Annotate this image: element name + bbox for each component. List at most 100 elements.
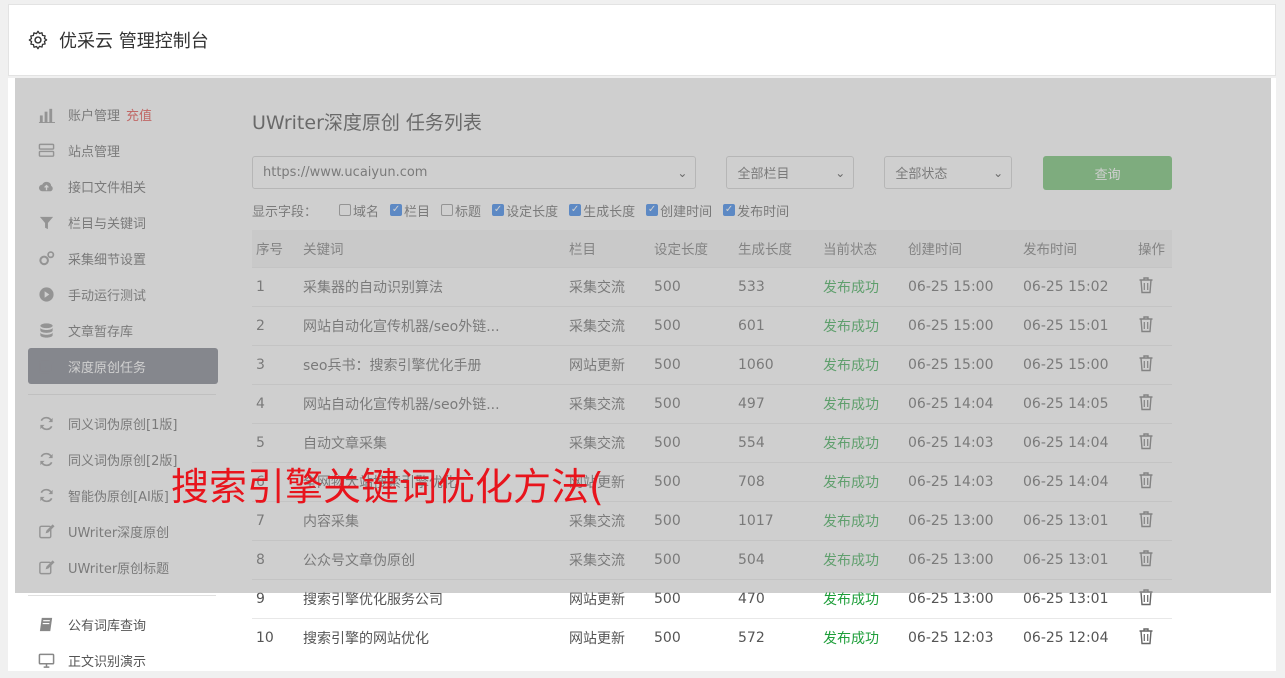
trash-icon[interactable] — [1138, 432, 1154, 450]
action-cell — [1134, 617, 1172, 657]
sidebar-item-5[interactable]: 采集细节设置 — [28, 240, 218, 276]
sidebar-item-12[interactable]: UWriter深度原创 — [28, 513, 218, 549]
field-checkbox[interactable]: ✓ 栏目 — [390, 201, 430, 220]
site-select[interactable]: https://www.ucaiyun.com ⌄ — [252, 156, 697, 189]
edit-icon — [39, 559, 55, 574]
trash-icon[interactable] — [1138, 510, 1154, 528]
bar-chart-icon — [38, 108, 55, 123]
sidebar-item-label: 站点管理 — [68, 144, 121, 160]
column-select[interactable]: 全部栏目 ⌄ — [726, 156, 855, 189]
database-icon — [40, 322, 53, 338]
unchecked-icon — [339, 204, 352, 216]
sidebar-item-8[interactable]: 深度原创任务 — [28, 348, 218, 384]
field-checkbox[interactable]: ✓ 设定长度 — [492, 201, 558, 220]
main-panel: UWriter深度原创 任务列表 https://www.ucaiyun.com… — [252, 96, 1172, 657]
sidebar-item-label: 同义词伪原创[2版] — [68, 453, 178, 469]
table-cell: 06-25 13:01 — [1019, 539, 1134, 579]
unchecked-icon — [441, 204, 454, 216]
status-cell: 发布成功 — [819, 422, 904, 462]
table-cell: 554 — [734, 422, 819, 462]
trash-icon[interactable] — [1138, 588, 1154, 606]
gear-icon — [28, 30, 48, 50]
table-row: 2 网站自动化宣传机器/seo外链... 采集交流 500 601 发布成功 06-25 1… — [252, 305, 1172, 345]
edit-icon — [39, 358, 55, 373]
table-row: 10 搜索引擎的网站优化 网站更新 500 572 发布成功 06-25 12:03 06-2… — [252, 617, 1172, 657]
table-cell: 公众号文章伪原创 — [299, 539, 565, 579]
sidebar-item-label: 同义词伪原创[1版] — [68, 417, 178, 433]
table-cell: 采集交流 — [565, 266, 650, 306]
sidebar-item-7[interactable]: 文章暂存库 — [28, 312, 218, 348]
status-cell: 发布成功 — [819, 305, 904, 345]
field-checkbox[interactable]: ✓ 创建时间 — [646, 201, 712, 220]
status-cell: 发布成功 — [819, 617, 904, 657]
sidebar-item-1[interactable]: 账户管理 充值 — [28, 96, 218, 132]
sidebar: 账户管理 充值站点管理接口文件相关 栏目与关键词 采集细节设置 手动运行测试文章暂存库深… — [28, 96, 218, 678]
table-cell: 06-25 14:04 — [1019, 461, 1134, 501]
table-cell: 500 — [650, 461, 734, 501]
table-cell: 06-25 14:03 — [904, 422, 1019, 462]
chevron-down-icon: ⌄ — [993, 165, 1004, 180]
site-select-value: https://www.ucaiyun.com — [263, 165, 428, 180]
column-header: 创建时间 — [908, 242, 962, 259]
column-header: 操作 — [1138, 242, 1165, 259]
trash-icon[interactable] — [1138, 549, 1154, 567]
action-cell — [1134, 266, 1172, 306]
gears-icon — [39, 250, 55, 265]
checked-icon: ✓ — [569, 204, 582, 216]
sidebar-item-13[interactable]: UWriter原创标题 — [28, 549, 218, 585]
table-cell: 06-25 15:00 — [1019, 344, 1134, 384]
table-cell: 500 — [650, 617, 734, 657]
trash-icon[interactable] — [1138, 471, 1154, 489]
trash-icon[interactable] — [1138, 315, 1154, 333]
field-checkbox-label: 生成长度 — [583, 204, 636, 220]
filter-icon — [39, 216, 54, 229]
sidebar-item-14[interactable]: 公有词库查询 — [28, 606, 218, 642]
sidebar-item-2[interactable]: 站点管理 — [28, 132, 218, 168]
table-cell: 网站更新 — [565, 344, 650, 384]
field-checkbox[interactable]: 域名 — [339, 201, 379, 220]
action-cell — [1134, 461, 1172, 501]
table-cell: 网站自动化宣传机器/seo外链... — [299, 383, 565, 423]
play-circle-icon — [39, 286, 54, 302]
checked-icon: ✓ — [390, 204, 403, 216]
table-cell: 06-25 14:04 — [904, 383, 1019, 423]
field-checkbox[interactable]: ✓ 发布时间 — [723, 201, 789, 220]
table-cell: 06-25 12:03 — [904, 617, 1019, 657]
table-cell: 500 — [650, 344, 734, 384]
status-cell: 发布成功 — [819, 344, 904, 384]
table-cell: 采集交流 — [565, 539, 650, 579]
table-cell: 06-25 14:04 — [1019, 422, 1134, 462]
trash-icon[interactable] — [1138, 393, 1154, 411]
table-cell: 06-25 15:00 — [904, 305, 1019, 345]
sidebar-item-3[interactable]: 接口文件相关 — [28, 168, 218, 204]
sidebar-item-label: 文章暂存库 — [68, 324, 134, 340]
field-checkbox-label: 创建时间 — [660, 204, 713, 220]
table-cell: 搜索引擎优化服务公司 — [299, 578, 565, 618]
trash-icon[interactable] — [1138, 354, 1154, 372]
field-checkbox[interactable]: ✓ 生成长度 — [569, 201, 635, 220]
sidebar-item-9[interactable]: 同义词伪原创[1版] — [28, 405, 218, 441]
server-icon — [38, 143, 55, 157]
sidebar-item-6[interactable]: 手动运行测试 — [28, 276, 218, 312]
refresh-icon — [40, 416, 53, 430]
status-select[interactable]: 全部状态 ⌄ — [884, 156, 1013, 189]
sidebar-item-4[interactable]: 栏目与关键词 — [28, 204, 218, 240]
refresh-icon — [40, 452, 53, 466]
sidebar-item-label: 账户管理 — [68, 108, 121, 124]
sidebar-item-15[interactable]: 正文识别演示 — [28, 642, 218, 678]
sidebar-item-label: UWriter深度原创 — [68, 525, 170, 541]
table-cell: 网站更新 — [565, 617, 650, 657]
column-header: 当前状态 — [823, 242, 877, 259]
checked-icon: ✓ — [723, 204, 736, 216]
table-cell: 500 — [650, 383, 734, 423]
query-button[interactable]: 查询 — [1043, 156, 1172, 190]
trash-icon[interactable] — [1138, 276, 1154, 294]
field-checkbox[interactable]: 标题 — [441, 201, 481, 220]
trash-icon[interactable] — [1138, 627, 1154, 645]
recharge-link[interactable]: 充值 — [126, 105, 152, 124]
table-cell: 497 — [734, 383, 819, 423]
column-header: 栏目 — [569, 242, 596, 259]
table-cell: 1060 — [734, 344, 819, 384]
table-row: 4 网站自动化宣传机器/seo外链... 采集交流 500 497 发布成功 06-25 1… — [252, 383, 1172, 423]
action-cell — [1134, 305, 1172, 345]
